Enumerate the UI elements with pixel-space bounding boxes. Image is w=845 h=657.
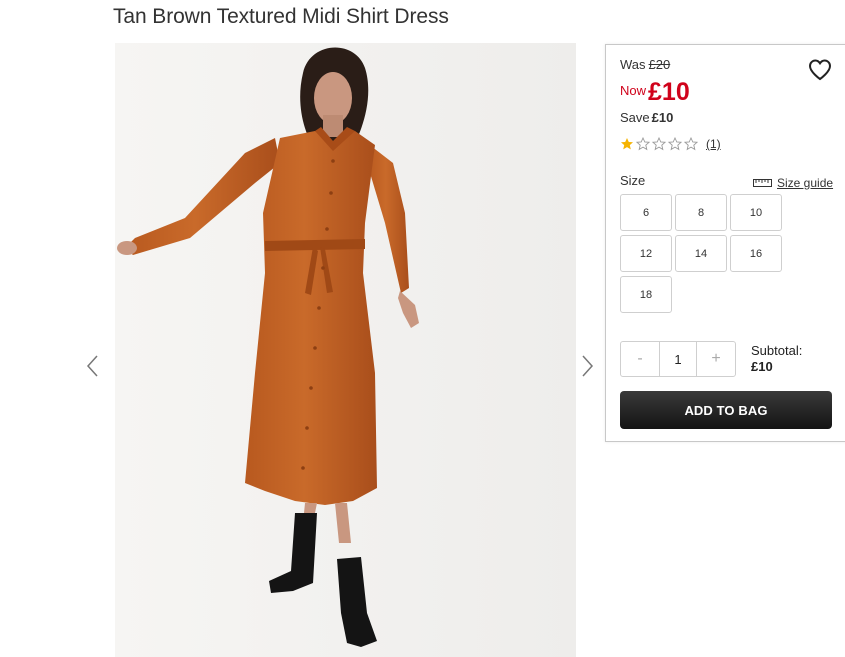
star-empty-icon	[668, 137, 682, 151]
purchase-panel: Was £20 Now£10 Save £10 (1) Size Size guid…	[605, 44, 845, 442]
now-price: Now£10	[620, 78, 690, 107]
gallery-prev-button[interactable]	[83, 352, 103, 380]
star-empty-icon	[636, 137, 650, 151]
was-price: Was £20	[620, 57, 670, 72]
quantity-input[interactable]: 1	[659, 342, 697, 376]
size-guide-label: Size guide	[777, 176, 834, 190]
size-option[interactable]: 14	[675, 235, 727, 272]
ruler-icon	[753, 179, 772, 187]
now-price-value: £10	[648, 78, 690, 106]
review-count-link[interactable]: (1)	[706, 137, 721, 151]
quantity-decrease-button[interactable]: -	[621, 342, 659, 376]
product-title: Tan Brown Textured Midi Shirt Dress	[113, 5, 449, 28]
star-filled-icon	[621, 138, 633, 150]
star-empty-icon	[652, 137, 666, 151]
size-option[interactable]: 16	[730, 235, 782, 272]
add-to-bag-button[interactable]: ADD TO BAG	[620, 391, 832, 429]
was-label: Was	[620, 57, 646, 72]
size-option[interactable]: 8	[675, 194, 727, 231]
size-guide-link[interactable]: Size guide	[753, 176, 833, 190]
save-label: Save	[620, 110, 650, 125]
subtotal-label: Subtotal:	[751, 343, 803, 358]
star-rating[interactable]: (1)	[620, 137, 721, 151]
now-label: Now	[620, 83, 647, 98]
size-option[interactable]: 12	[620, 235, 672, 272]
wishlist-button[interactable]	[808, 59, 832, 81]
size-option[interactable]: 10	[730, 194, 782, 231]
size-option[interactable]: 18	[620, 276, 672, 313]
subtotal-amount: £10	[751, 359, 773, 374]
quantity-increase-button[interactable]: +	[697, 342, 735, 376]
chevron-left-icon	[86, 355, 98, 377]
save-amount-value: £10	[651, 110, 674, 125]
model-photo	[115, 43, 576, 657]
size-option[interactable]: 6	[620, 194, 672, 231]
heart-icon	[808, 59, 832, 81]
was-price-value: £20	[648, 57, 671, 72]
chevron-right-icon	[582, 355, 594, 377]
quantity-stepper: - 1 +	[620, 341, 736, 377]
product-image[interactable]	[115, 43, 576, 657]
size-label: Size	[620, 173, 646, 188]
gallery-next-button[interactable]	[577, 352, 597, 380]
save-amount: Save £10	[620, 110, 673, 125]
star-empty-icon	[684, 137, 698, 151]
subtotal: Subtotal: £10	[751, 343, 802, 375]
size-options: 6 8 10 12 14 16 18	[620, 194, 790, 313]
